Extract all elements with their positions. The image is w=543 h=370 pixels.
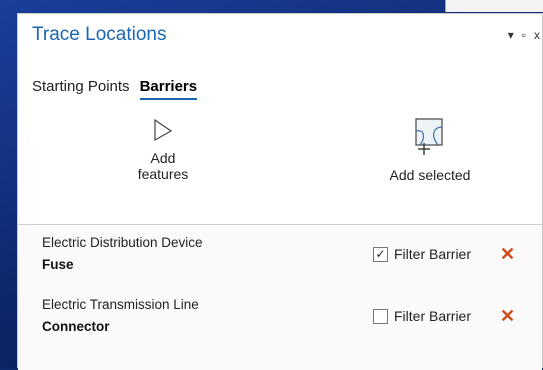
barrier-list: Electric Distribution Device Fuse ✓ Filt… [18,224,542,370]
filter-barrier-checkbox[interactable]: ✓ [373,246,388,262]
arrow-pointer-icon [154,118,173,142]
barrier-feature-name: Fuse [42,257,74,272]
pane-controls: ▾ ▫ x [508,28,540,42]
list-item[interactable]: Electric Distribution Device Fuse ✓ Filt… [18,225,542,281]
pane-maximize-icon[interactable]: ▫ [522,28,526,42]
trace-locations-pane: Trace Locations ▾ ▫ x Starting Points Ba… [17,13,543,370]
tab-starting-points[interactable]: Starting Points [32,78,130,95]
pane-header: Trace Locations ▾ ▫ x [18,14,542,60]
barrier-layer-name: Electric Transmission Line [42,297,199,312]
add-features-label-line1: Add [150,150,176,166]
pane-close-icon[interactable]: x [534,28,540,42]
remove-barrier-icon[interactable]: ✕ [500,244,515,265]
filter-barrier-checkbox[interactable] [373,308,388,324]
filter-barrier-label: Filter Barrier [394,246,472,262]
add-selected-button[interactable]: Add selected [370,117,490,183]
add-selected-label: Add selected [389,167,471,183]
filter-barrier-toggle[interactable]: Filter Barrier [373,308,471,324]
add-features-label-line2: features [137,166,189,182]
tab-bar: Starting Points Barriers [32,78,197,100]
barrier-layer-name: Electric Distribution Device [42,235,203,250]
barrier-feature-name: Connector [42,319,110,334]
filter-barrier-label: Filter Barrier [394,308,472,324]
filter-barrier-toggle[interactable]: ✓ Filter Barrier [373,246,471,262]
add-selected-icon [415,118,443,155]
remove-barrier-icon[interactable]: ✕ [500,306,515,327]
list-item[interactable]: Electric Transmission Line Connector Fil… [18,287,542,343]
add-features-button[interactable]: Add features [113,118,213,182]
background-window-edge [445,0,543,12]
pane-title: Trace Locations [32,24,167,45]
pane-options-dropdown-icon[interactable]: ▾ [508,28,514,42]
tab-barriers[interactable]: Barriers [139,78,197,100]
